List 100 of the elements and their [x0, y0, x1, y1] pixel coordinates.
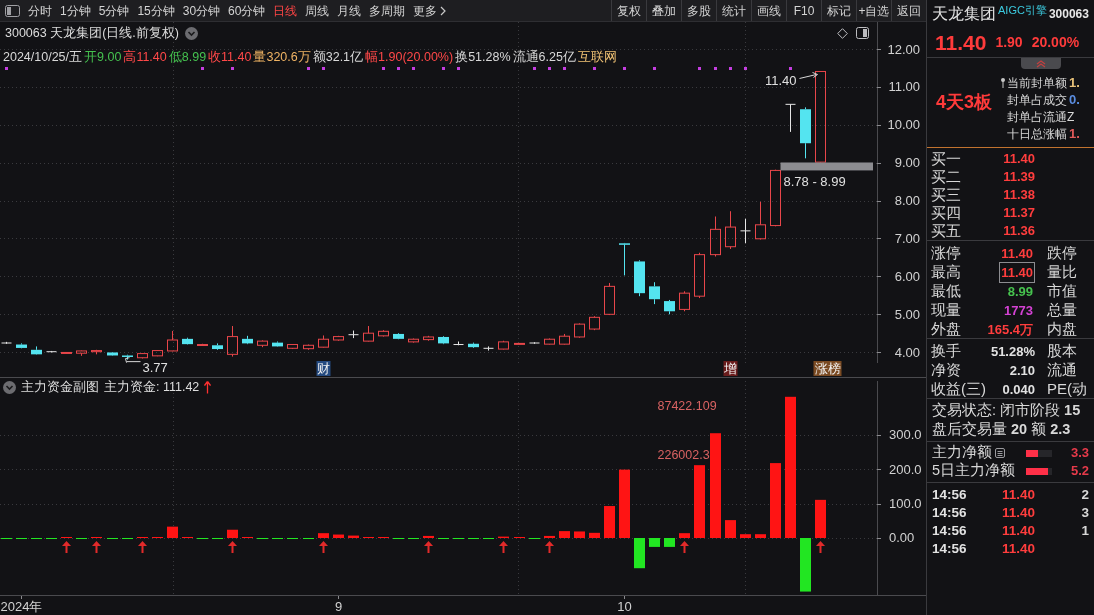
stat-label: 收益(三) [931, 379, 987, 399]
trade-time: 14:56 [932, 540, 968, 558]
axis-label: 200.0 [889, 461, 922, 477]
flow-bar [815, 499, 826, 538]
diamond-icon[interactable] [837, 27, 848, 39]
board-streak: 4天3板 [936, 91, 992, 114]
bid-price: 11.40 [1002, 150, 1035, 168]
up-arrow-icon [62, 541, 71, 554]
candlestick [483, 345, 494, 352]
flow-bar [589, 532, 600, 538]
stat-label: 净资 [931, 360, 962, 380]
fund-flow-value: 5.2 [1069, 462, 1089, 481]
candlestick [363, 325, 374, 342]
flow-bar [634, 538, 645, 569]
flow-bar [679, 533, 690, 538]
axis-label: 6.00 [894, 268, 920, 284]
flow-bar [664, 538, 675, 547]
axis-label: 7.00 [894, 230, 920, 246]
trade-time: 14:56 [932, 504, 968, 522]
stat-label: 内盘 [1046, 319, 1078, 339]
flow-bar [740, 534, 751, 538]
arrow-icon [125, 357, 141, 364]
candlestick [694, 252, 705, 299]
chevron-right-icon [440, 5, 447, 16]
event-tag: 增 [723, 361, 738, 376]
candlestick [710, 216, 721, 258]
period-tab[interactable]: 30分钟 [178, 0, 225, 21]
quote-field: 量320.6万 [253, 48, 311, 67]
stat-label: 跌停 [1046, 243, 1078, 263]
dot-marker-icon [397, 67, 400, 70]
dropdown-icon[interactable] [185, 26, 198, 40]
seal-label: 十日总涨幅 [1007, 125, 1067, 143]
dot-marker-icon [593, 67, 596, 70]
candlestick [333, 335, 344, 342]
collapse-icon[interactable] [3, 380, 16, 394]
candlestick [152, 349, 163, 357]
up-arrow-icon [138, 541, 147, 554]
candlestick [755, 201, 766, 241]
dot-marker-icon [201, 67, 204, 70]
flow-bar [619, 469, 630, 538]
toolbar-button[interactable]: 多股 [681, 0, 716, 21]
axis-label: 10 [617, 599, 632, 614]
candlestick [318, 334, 329, 349]
candlestick [423, 335, 434, 342]
period-tab[interactable]: 1分钟 [56, 0, 95, 21]
concept-tag[interactable]: AIGC引擎 [998, 2, 1047, 19]
candlestick [408, 338, 419, 344]
axis-label: 2024年 [0, 599, 43, 614]
event-tag: 涨榜 [813, 361, 842, 376]
period-tab[interactable]: 周线 [301, 0, 334, 21]
trade-status-text: 盘后交易量 20 额 2.3 [932, 419, 1071, 439]
quote-field: 互联网 [577, 48, 617, 67]
period-tab[interactable]: 60分钟 [224, 0, 270, 21]
panel-toggle-icon[interactable] [856, 27, 869, 39]
candlestick [468, 342, 479, 349]
seal-value: 1. [1069, 73, 1080, 92]
toolbar-button[interactable]: +自选 [856, 0, 891, 21]
up-arrow-icon [545, 541, 554, 554]
bid-label: 买二 [931, 167, 962, 186]
dot-marker-icon [744, 67, 747, 70]
indicator-name: 主力资金副图 [21, 378, 99, 396]
period-tab[interactable]: 多周期 [365, 0, 410, 21]
candlestick [438, 335, 449, 345]
fund-flow-value: 3.3 [1069, 444, 1089, 463]
value-label: 87422.109 [657, 399, 717, 414]
candlestick [393, 332, 404, 340]
stock-name: 天龙集团 [932, 4, 996, 24]
fund-flow-label: 5日主力净额 [932, 461, 1016, 481]
toolbar-button[interactable]: 返回 [891, 0, 926, 21]
stat-value: 11.40 [999, 261, 1035, 283]
more-button[interactable]: 更多 [409, 0, 451, 21]
toolbar-button[interactable]: 画线 [751, 0, 786, 21]
sidebar-toggle-icon[interactable] [5, 4, 20, 17]
up-arrow-icon [319, 541, 328, 554]
axis-label: 0.00 [889, 530, 915, 546]
candlestick [272, 341, 283, 348]
candlestick [619, 242, 630, 276]
toolbar-button[interactable]: 复权 [611, 0, 646, 21]
toolbar-button[interactable]: F10 [786, 0, 821, 21]
toolbar-button[interactable]: 标记 [821, 0, 856, 21]
seal-label: 当前封单额 [1007, 74, 1067, 92]
period-tab[interactable]: 5分钟 [94, 0, 134, 21]
period-tab[interactable]: 15分钟 [133, 0, 179, 21]
range-label: 8.78 - 8.99 [783, 174, 846, 190]
trade-price: 11.40 [1002, 540, 1037, 558]
trade-price: 11.40 [1002, 504, 1037, 522]
period-tab[interactable]: 日线 [269, 0, 302, 21]
candlestick [107, 351, 118, 357]
trade-time: 14:56 [932, 486, 968, 504]
trade-status-text: 交易状态: 闭市阶段 15 [932, 400, 1081, 420]
dot-marker-icon [729, 67, 732, 70]
list-icon[interactable] [995, 448, 1005, 458]
dot-marker-icon [442, 67, 445, 70]
period-tab[interactable]: 月线 [333, 0, 366, 21]
up-arrow-icon [816, 541, 825, 554]
candlestick [212, 342, 223, 351]
period-tab[interactable]: 分时 [24, 0, 56, 21]
toolbar-button[interactable]: 统计 [716, 0, 751, 21]
toolbar-button[interactable]: 叠加 [646, 0, 681, 21]
candlestick [257, 339, 268, 348]
